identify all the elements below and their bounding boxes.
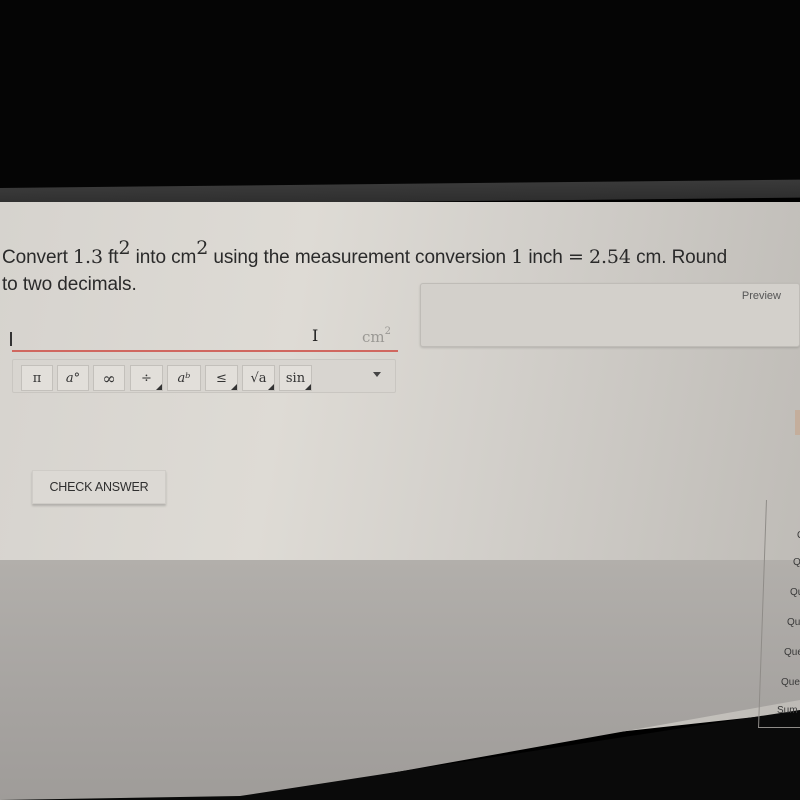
value-math: 1.3 xyxy=(73,246,103,268)
sin-button[interactable]: sin xyxy=(279,365,312,391)
submenu-corner-icon xyxy=(156,384,162,390)
nav-item[interactable]: Que xyxy=(784,647,800,658)
nav-item[interactable]: Qu xyxy=(790,587,800,598)
nav-item-summary[interactable]: Sum xyxy=(777,705,798,716)
infinity-button[interactable]: ∞ xyxy=(93,365,125,391)
divide-button[interactable]: ÷ xyxy=(130,365,163,391)
side-accent-strip xyxy=(795,410,800,435)
answer-input-underline xyxy=(12,350,398,352)
degree-button[interactable]: a° xyxy=(57,365,89,391)
math-toolbar: π a° ∞ ÷ aᵇ ≤ √a sin xyxy=(12,359,396,393)
preview-label: Preview xyxy=(741,290,781,302)
pi-button[interactable]: π xyxy=(21,365,53,391)
nav-item[interactable]: Q xyxy=(793,557,800,568)
nav-item[interactable]: Qu xyxy=(787,617,800,628)
check-answer-button[interactable]: CHECK ANSWER xyxy=(32,470,166,504)
camera-black-border-top xyxy=(0,0,800,190)
preview-box: Preview xyxy=(420,283,800,347)
submenu-corner-icon xyxy=(305,384,311,390)
text-caret xyxy=(10,332,12,346)
submenu-corner-icon xyxy=(231,384,237,390)
question-nav-panel xyxy=(758,500,800,728)
sqrt-button[interactable]: √a xyxy=(242,365,275,391)
answer-input[interactable]: I cm2 xyxy=(10,322,398,352)
toolbar-expand-dropdown-icon[interactable] xyxy=(373,372,381,377)
nav-item[interactable]: Que xyxy=(781,677,800,688)
ibeam-cursor-icon: I xyxy=(312,326,319,345)
submenu-corner-icon xyxy=(268,384,274,390)
answer-unit: cm2 xyxy=(362,326,391,346)
less-equal-button[interactable]: ≤ xyxy=(205,365,238,391)
exponent-button[interactable]: aᵇ xyxy=(167,365,201,391)
